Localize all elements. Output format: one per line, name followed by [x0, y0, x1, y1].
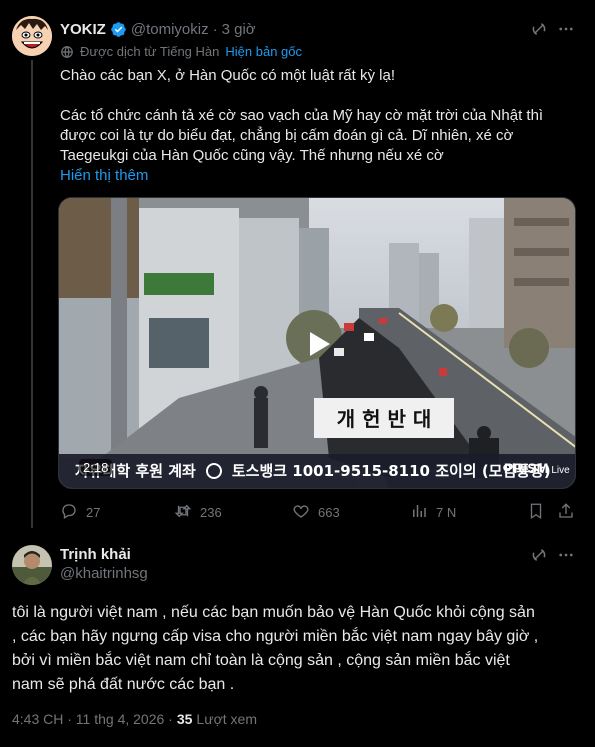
reply-line-4: nam sẽ phá đất nước các bạn .	[12, 676, 235, 693]
paragraph-2-line-1: Các tổ chức cánh tả xé cờ sao vạch của M…	[60, 107, 544, 124]
translated-from: Được dịch từ Tiếng Hàn	[80, 44, 220, 59]
video-caption: 자유대학 후원 계좌 토스뱅크 1001-9515-8110 조이의 (모임통장…	[75, 460, 565, 481]
play-icon[interactable]	[297, 323, 339, 365]
reply-views-count: 35	[176, 711, 193, 727]
reply-icon	[60, 502, 78, 523]
reply-views-label: Lượt xem	[196, 711, 257, 727]
tweet-time[interactable]: 3 giờ	[222, 21, 256, 38]
tweet-header: YOKIZ @tomiyokiz · 3 giờ	[60, 19, 256, 39]
reply-text: tôi là người việt nam , nếu các bạn muốn…	[12, 601, 587, 697]
avatar[interactable]	[12, 16, 52, 56]
handle[interactable]: @tomiyokiz	[131, 21, 209, 38]
reply-handle[interactable]: @khaitrinhsg	[60, 565, 148, 582]
show-original-link[interactable]: Hiện bản gốc	[225, 44, 302, 59]
reply-grok-icon[interactable]	[530, 546, 548, 569]
bookmark-icon[interactable]	[527, 502, 545, 525]
reply-more-icon[interactable]	[557, 546, 575, 569]
like-count: 663	[318, 505, 340, 520]
more-icon[interactable]	[557, 20, 575, 43]
video-player[interactable]: 개 헌 반 대 자유대학 후원 계좌 토스뱅크 1001-9515-8110 조…	[58, 197, 576, 489]
repost-count: 236	[200, 505, 222, 520]
grok-icon[interactable]	[530, 20, 548, 43]
repost-icon	[174, 502, 192, 523]
views-count: 7 N	[436, 505, 457, 520]
views-button[interactable]: 7 N	[410, 502, 456, 523]
thread-line	[31, 60, 33, 528]
show-more-link[interactable]: Hiển thị thêm	[60, 166, 580, 186]
bank-logo-icon	[205, 462, 222, 479]
repost-button[interactable]: 236	[174, 502, 222, 523]
reply-line-2: , các bạn hãy ngưng cấp visa cho người m…	[12, 628, 539, 645]
verified-badge-icon	[110, 21, 127, 38]
reply-line-3: bởi vì miền bắc việt nam chỉ toàn là cộn…	[12, 652, 510, 669]
svg-text:개 헌 반 대: 개 헌 반 대	[337, 407, 432, 431]
protest-banner: 개 헌 반 대	[314, 398, 454, 438]
reply-avatar[interactable]	[12, 545, 52, 585]
paragraph-1: Chào các bạn X, ở Hàn Quốc có một luật r…	[60, 67, 395, 84]
views-icon	[410, 502, 428, 523]
like-icon	[292, 502, 310, 523]
like-button[interactable]: 663	[292, 502, 340, 523]
reply-header: Trịnh khải @khaitrinhsg	[60, 546, 148, 582]
reply-timestamp[interactable]: 4:43 CH · 11 thg 4, 2026 ·	[12, 711, 173, 727]
reply-meta: 4:43 CH · 11 thg 4, 2026 · 35 Lượt xem	[12, 711, 257, 727]
tweet-text: Chào các bạn X, ở Hàn Quốc có một luật r…	[60, 66, 580, 186]
translate-icon	[60, 45, 74, 59]
paragraph-2-line-3: Taegeukgi của Hàn Quốc cũng vậy. Thế như…	[60, 147, 444, 164]
display-name[interactable]: YOKIZ	[60, 21, 106, 38]
share-icon[interactable]	[557, 502, 575, 525]
reply-display-name[interactable]: Trịnh khải	[60, 546, 148, 563]
separator: ·	[212, 20, 218, 38]
translation-info: Được dịch từ Tiếng Hàn Hiện bản gốc	[60, 44, 302, 59]
video-duration: 2:18	[79, 459, 113, 476]
reply-button[interactable]: 27	[60, 502, 100, 523]
reply-line-1: tôi là người việt nam , nếu các bạn muốn…	[12, 604, 535, 621]
paragraph-2-line-2: được coi là tự do biểu đạt, chẳng bị cấm…	[60, 127, 514, 144]
reply-count: 27	[86, 505, 101, 520]
caption-right: 토스뱅크 1001-9515-8110 조이의 (모임통장)	[231, 462, 551, 480]
prism-watermark: PRISM Live	[504, 460, 570, 476]
